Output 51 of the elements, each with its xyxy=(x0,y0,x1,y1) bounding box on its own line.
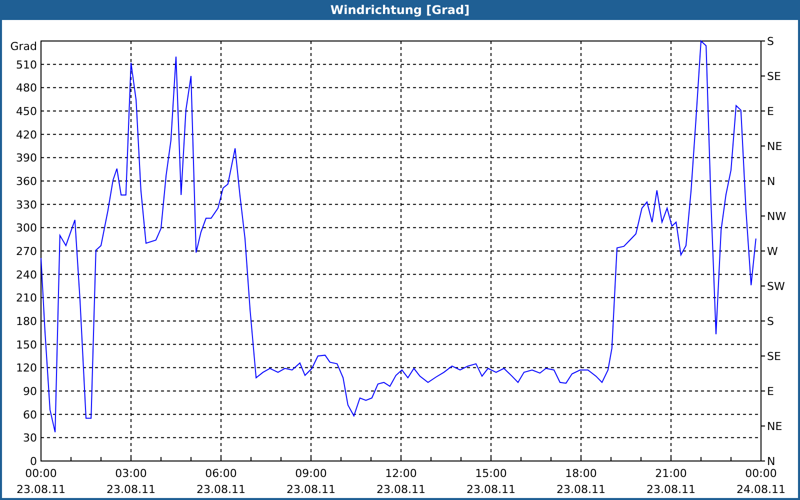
compass-tick-label: E xyxy=(767,385,774,398)
y-tick-label: 0 xyxy=(30,455,37,468)
y-tick-label: 120 xyxy=(16,362,37,375)
x-tick-label: 15:00 xyxy=(475,467,507,480)
date-label: 23.08.11 xyxy=(646,483,696,496)
compass-tick-label: N xyxy=(767,455,776,468)
y-tick-label: 90 xyxy=(23,385,37,398)
y-tick-label: 420 xyxy=(16,128,37,142)
x-tick-label: 18:00 xyxy=(565,467,597,480)
compass-tick-label: E xyxy=(767,105,774,118)
date-label: 23.08.11 xyxy=(106,483,156,496)
date-label: 23.08.11 xyxy=(16,483,66,496)
x-tick-label: 09:00 xyxy=(295,467,327,480)
x-tick-label: 03:00 xyxy=(115,467,147,480)
compass-tick-label: SE xyxy=(767,70,781,83)
x-tick-label: 12:00 xyxy=(385,467,417,480)
x-tick-label: 00:00 xyxy=(25,467,57,480)
window-title: Windrichtung [Grad] xyxy=(2,0,798,20)
y-tick-label: 150 xyxy=(16,338,37,352)
compass-tick-label: S xyxy=(767,35,774,48)
y-tick-label: 60 xyxy=(23,408,37,422)
date-label: 23.08.11 xyxy=(466,483,516,496)
compass-tick-label: NW xyxy=(767,210,786,223)
y-tick-label: 270 xyxy=(16,245,37,258)
date-label: 23.08.11 xyxy=(556,483,606,496)
compass-tick-label: SE xyxy=(767,350,781,363)
date-label: 23.08.11 xyxy=(286,483,336,496)
x-tick-label: 21:00 xyxy=(655,467,687,480)
y-tick-label: 510 xyxy=(16,58,37,72)
date-label: 23.08.11 xyxy=(376,483,426,496)
y-tick-label: 30 xyxy=(23,432,37,445)
date-label: 23.08.11 xyxy=(196,483,246,496)
compass-tick-label: S xyxy=(767,315,774,328)
compass-tick-label: SW xyxy=(767,280,785,293)
y-tick-label: 450 xyxy=(16,105,37,118)
y-tick-label: 390 xyxy=(16,152,37,165)
y-axis-label: Grad xyxy=(10,40,37,53)
compass-tick-label: NE xyxy=(767,420,782,433)
y-tick-label: 180 xyxy=(16,315,37,328)
compass-tick-label: N xyxy=(767,175,776,188)
compass-tick-label: W xyxy=(767,245,778,258)
y-tick-label: 210 xyxy=(16,292,37,305)
x-tick-label: 06:00 xyxy=(205,467,237,480)
y-tick-label: 240 xyxy=(16,268,37,282)
x-tick-label: 00:00 xyxy=(745,467,777,480)
y-tick-label: 300 xyxy=(16,222,37,235)
y-tick-label: 360 xyxy=(16,175,37,188)
compass-tick-label: NE xyxy=(767,140,782,153)
y-tick-label: 480 xyxy=(16,82,37,95)
date-label: 24.08.11 xyxy=(736,483,786,496)
y-tick-label: 330 xyxy=(16,198,37,212)
